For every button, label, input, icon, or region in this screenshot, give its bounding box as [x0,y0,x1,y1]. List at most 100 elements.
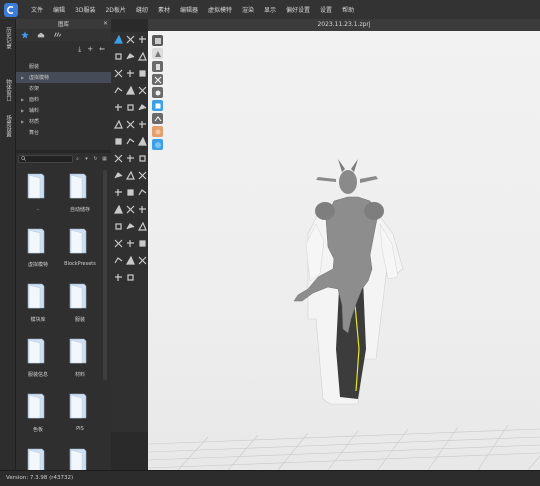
record-icon[interactable] [113,204,124,215]
layer-icon[interactable] [113,170,124,181]
menu-file[interactable]: 文件 [26,5,48,14]
pose-icon[interactable] [137,170,148,181]
tab-object-browser[interactable]: 物体窗口 [3,79,12,101]
chevron-right-icon[interactable]: ▶ [21,97,27,102]
search-icon[interactable]: ⌕ [73,156,82,162]
select-icon[interactable] [113,34,124,45]
tab-scene-settings[interactable]: 场景设置 [3,115,12,137]
cloud-icon[interactable] [52,30,62,40]
folder-item[interactable]: 服装 [60,280,100,332]
trim-icon[interactable] [137,119,148,130]
cloth-icon[interactable] [113,221,124,232]
folder-item[interactable]: 自动储存 [60,170,100,222]
menu-avatar[interactable]: 虚拟模特 [203,5,237,14]
copy-icon[interactable] [125,255,136,266]
library-panel-header: 图库 ✕ [16,19,111,29]
paste-icon[interactable] [137,255,148,266]
chevron-right-icon[interactable]: ▶ [21,75,27,80]
library-scrollbar[interactable] [103,170,107,380]
refresh-icon[interactable]: ↻ [91,156,100,162]
close-icon[interactable]: ✕ [103,20,108,27]
folder-item[interactable]: 材料 [60,335,100,387]
tree-item-hanger[interactable]: 衣架 [16,83,111,94]
library-search-row: ⌕ ▾ ↻ ▦ [18,154,109,163]
menu-sewing[interactable]: 缝纫 [131,5,153,14]
grid-icon[interactable] [125,221,136,232]
segment-icon[interactable] [125,68,136,79]
app-logo-icon[interactable] [4,2,18,17]
menu-settings[interactable]: 设置 [315,5,337,14]
menu-3d-garment[interactable]: 3D服装 [70,5,100,14]
tree-item-stage[interactable]: 舞台 [16,127,111,138]
show-icon[interactable] [113,255,124,266]
measure-icon[interactable] [125,85,136,96]
chevron-right-icon[interactable]: ▶ [21,108,27,113]
edit-pattern-icon[interactable] [137,51,148,62]
lock-icon[interactable] [113,238,124,249]
bounding-icon[interactable] [137,204,148,215]
view-grid-icon[interactable]: ▦ [100,156,109,162]
hanger-icon[interactable] [125,136,136,147]
menu-2d-pattern[interactable]: 2D板片 [100,5,130,14]
zipper-icon[interactable] [137,102,148,113]
tree-item-fabric[interactable]: ▶ 面料 [16,94,111,105]
tape-icon[interactable] [137,68,148,79]
pleat-icon[interactable] [137,85,148,96]
camera-icon[interactable] [125,187,136,198]
buttonhole-icon[interactable] [125,102,136,113]
chevron-down-icon[interactable]: ▾ [82,156,91,162]
pin-icon[interactable] [113,51,124,62]
tree-item-garment[interactable]: 服装 [16,61,111,72]
menu-preferences[interactable]: 偏好设置 [281,5,315,14]
align-icon[interactable] [137,221,148,232]
panel-divider[interactable] [16,150,111,153]
tree-item-material[interactable]: ▶ 材质 [16,116,111,127]
graphic-icon[interactable] [113,119,124,130]
symmetry-icon[interactable] [125,153,136,164]
menu-materials[interactable]: 素材 [153,5,175,14]
morph-icon[interactable] [113,187,124,198]
folder-item[interactable]: .. [18,170,58,222]
menu-edit[interactable]: 编辑 [48,5,70,14]
transform-icon[interactable] [137,34,148,45]
folder-item[interactable]: 虚拟模特 [18,225,58,277]
search-input[interactable] [18,154,73,163]
menu-editor[interactable]: 编辑器 [175,5,203,14]
shrink-icon[interactable] [113,153,124,164]
move-icon[interactable] [125,34,136,45]
sewing-icon[interactable] [113,68,124,79]
undo-icon[interactable] [113,272,124,283]
chevron-right-icon[interactable]: ▶ [21,119,27,124]
puckering-icon[interactable] [113,136,124,147]
tab-history[interactable]: 历史记录 [3,27,12,49]
folder-item[interactable]: 服装信息 [18,335,58,387]
brush-icon[interactable] [113,85,124,96]
star-icon[interactable] [20,30,30,40]
3d-viewport[interactable]: 2023.11.23.1.zprj [148,19,540,470]
arrangement-icon[interactable] [137,136,148,147]
tree-item-label: 舞台 [29,130,40,136]
avatar-icon[interactable] [125,170,136,181]
fold-icon[interactable] [125,51,136,62]
freeze-icon[interactable] [125,238,136,249]
menu-render[interactable]: 渲染 [237,5,259,14]
seam-taping-icon[interactable] [137,153,148,164]
download-icon[interactable]: ⤓ [78,45,81,54]
back-icon[interactable]: ⇐ [99,45,105,53]
add-icon[interactable]: + [87,45,93,53]
light-icon[interactable] [137,187,148,198]
hide-icon[interactable] [137,238,148,249]
texture-icon[interactable] [125,119,136,130]
folder-item[interactable]: BlockPresets [60,225,100,277]
tree-item-trims[interactable]: ▶ 辅料 [16,105,111,116]
snapshot-icon[interactable] [125,204,136,215]
tree-item-avatar[interactable]: ▶ 虚拟模特 [16,72,111,83]
menu-display[interactable]: 显示 [259,5,281,14]
library-icon[interactable] [36,30,46,40]
button-icon[interactable] [113,102,124,113]
folder-item[interactable]: PIS [60,390,100,442]
redo-icon[interactable] [125,272,136,283]
folder-item[interactable]: 色板 [18,390,58,442]
folder-item[interactable]: 模块库 [18,280,58,332]
menu-help[interactable]: 帮助 [337,5,359,14]
